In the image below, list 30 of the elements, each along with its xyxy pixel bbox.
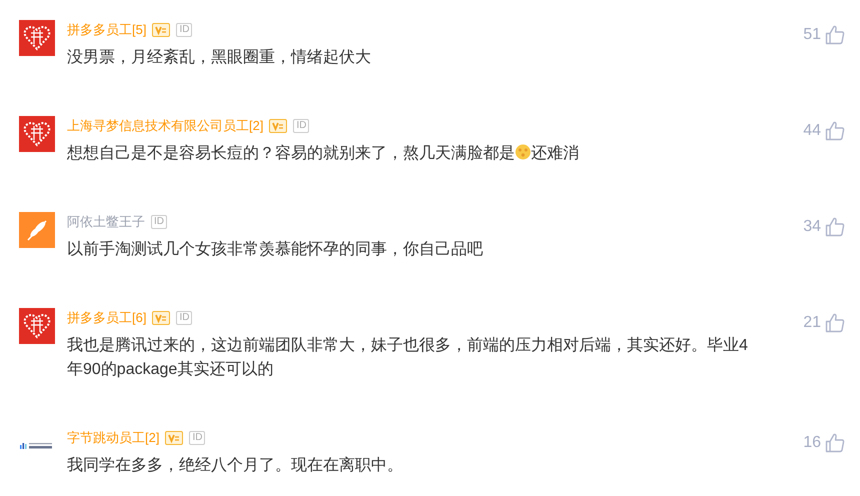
author-name[interactable]: 字节跳动员工[2] <box>67 428 160 448</box>
thumbs-up-icon[interactable] <box>825 25 845 45</box>
comment-text: 我也是腾讯过来的，这边前端团队非常大，妹子也很多，前端的压力相对后端，其实还好。毕业4年90的package其实还可以的 <box>67 337 748 378</box>
like-count: 44 <box>803 121 821 141</box>
thumbs-up-icon[interactable] <box>825 433 845 453</box>
comment-text: 我同学在多多，绝经八个月了。现在在离职中。 <box>67 457 403 474</box>
id-badge: ID <box>151 215 167 229</box>
id-badge: ID <box>176 23 192 37</box>
heart-logo-icon <box>19 116 55 152</box>
comment-text: 没男票，月经紊乱，黑眼圈重，情绪起伏大 <box>67 49 371 66</box>
id-badge: ID <box>293 119 310 133</box>
comment-text: 以前手淘测试几个女孩非常羡慕能怀孕的同事，你自己品吧 <box>67 241 483 258</box>
thumbs-up-icon[interactable] <box>825 313 845 333</box>
like-count: 16 <box>803 433 821 453</box>
heart-logo-icon <box>19 308 55 344</box>
author-name[interactable]: 上海寻梦信息技术有限公司员工[2] <box>67 116 264 136</box>
id-badge: ID <box>176 311 192 325</box>
like-count: 21 <box>803 313 821 333</box>
id-badge: ID <box>189 431 206 445</box>
like-count: 34 <box>803 217 821 237</box>
thumbs-up-icon[interactable] <box>825 217 845 237</box>
like-count: 51 <box>803 25 821 45</box>
heart-logo-icon <box>19 20 55 56</box>
author-name[interactable]: 拼多多员工[5] <box>67 20 146 40</box>
bar-logo-icon <box>20 443 52 449</box>
comment-text: 想想自己是不是容易长痘的？容易的就别来了，熬几天满脸都是 <box>67 145 515 162</box>
author-name[interactable]: 拼多多员工[6] <box>67 308 146 328</box>
thumbs-up-icon[interactable] <box>825 121 845 141</box>
author-name[interactable]: 阿依土鳖王子 <box>67 212 145 232</box>
comment-text: 还难消 <box>531 145 579 162</box>
